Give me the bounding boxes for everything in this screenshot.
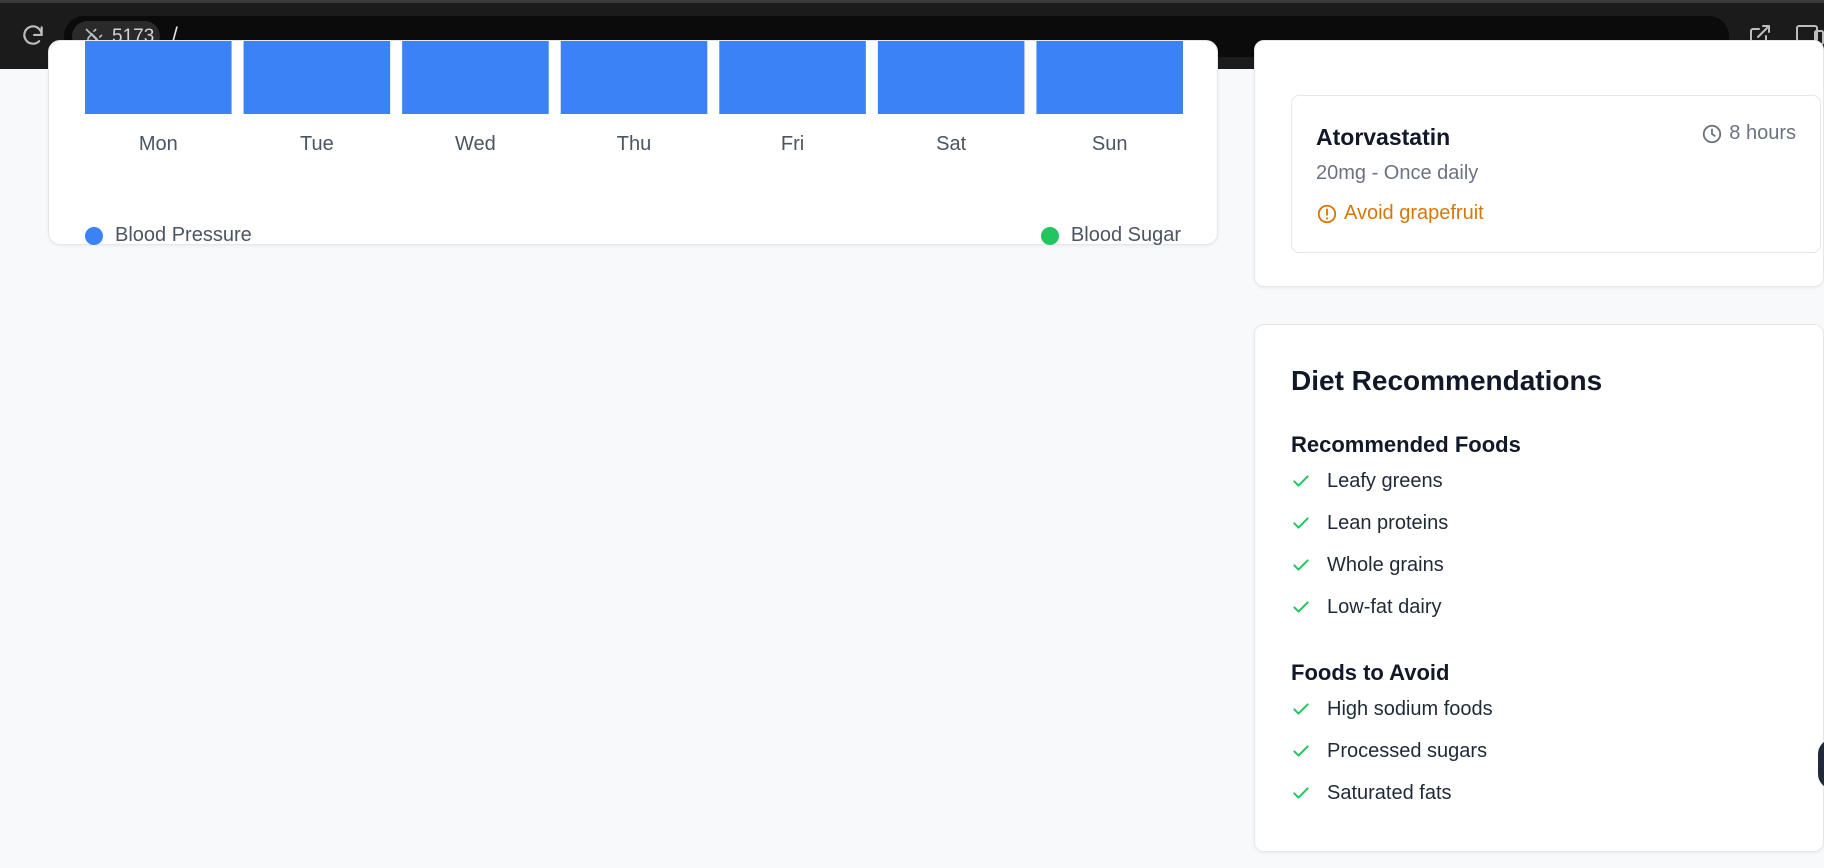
reload-icon[interactable] <box>18 21 48 51</box>
bar-thu <box>560 41 708 114</box>
recommended-food-item-label: Low-fat dairy <box>1327 595 1442 618</box>
diet-title: Diet Recommendations <box>1291 365 1603 396</box>
alert-circle-icon <box>1317 204 1337 223</box>
legend-blood-sugar: Blood Sugar <box>1040 224 1181 247</box>
legend-blood-pressure: Blood Pressure <box>85 224 252 247</box>
legend-label-blood-pressure: Blood Pressure <box>115 224 252 246</box>
legend-dot-blood-pressure <box>85 226 103 245</box>
check-icon <box>1293 475 1309 487</box>
x-tick-label-sat: Sat <box>936 133 966 155</box>
medication-interval-text: 8 hours <box>1729 122 1796 144</box>
check-icon <box>1293 601 1309 613</box>
foods-to-avoid-heading: Foods to Avoid <box>1291 660 1450 685</box>
recommended-foods-list: Leafy greens Lean proteins Whole grains Low… <box>1291 460 1448 628</box>
medication-interval: 8 hours <box>1701 122 1796 145</box>
check-icon <box>1293 703 1309 715</box>
avoid-food-item-label: Saturated fats <box>1327 781 1452 804</box>
recommended-food-item-label: Leafy greens <box>1327 469 1443 492</box>
medication-warning-text: Avoid grapefruit <box>1344 202 1484 224</box>
avoid-food-item-label: High sodium foods <box>1327 697 1493 720</box>
medication-item[interactable]: Atorvastatin 20mg - Once daily 8 hours A… <box>1291 95 1821 253</box>
recommended-foods-heading: Recommended Foods <box>1291 432 1521 457</box>
avoid-food-item: Processed sugars <box>1291 730 1493 772</box>
bar-sun <box>1036 41 1183 114</box>
avoid-food-item: Saturated fats <box>1291 772 1493 814</box>
recommended-food-item-label: Lean proteins <box>1327 511 1449 534</box>
legend-dot-blood-sugar <box>1040 226 1059 245</box>
diet-recommendations-card: Diet Recommendations Recommended Foods L… <box>1254 324 1824 852</box>
x-tick-label-tue: Tue <box>300 133 334 155</box>
recommended-food-item-label: Whole grains <box>1327 553 1444 576</box>
x-tick-label-mon: Mon <box>139 133 178 155</box>
medication-warning: Avoid grapefruit <box>1316 202 1484 225</box>
bar-tue <box>243 41 391 114</box>
x-tick-label-thu: Thu <box>617 133 651 155</box>
medication-name: Atorvastatin <box>1316 124 1451 150</box>
check-icon <box>1293 745 1309 757</box>
check-icon <box>1293 787 1309 799</box>
recommended-food-item: Low-fat dairy <box>1291 586 1448 628</box>
x-tick-label-sun: Sun <box>1092 133 1128 155</box>
recommended-food-item: Leafy greens <box>1291 460 1448 502</box>
bar-wed <box>402 41 549 114</box>
legend-label-blood-sugar: Blood Sugar <box>1070 224 1181 246</box>
weekly-chart-card: Mon Tue Wed Thu Fri Sat Sun Blood Pressure Blo… <box>48 40 1218 247</box>
check-icon <box>1293 517 1309 529</box>
clock-icon <box>1703 124 1722 143</box>
x-tick-label-wed: Wed <box>455 133 496 155</box>
avoid-food-item: High sodium foods <box>1291 688 1493 730</box>
x-tick-label-fri: Fri <box>781 133 804 155</box>
bar-sat <box>877 41 1025 114</box>
foods-to-avoid-list: High sodium foods Processed sugars Saturat… <box>1291 688 1493 814</box>
check-icon <box>1293 559 1309 571</box>
recommended-food-item: Whole grains <box>1291 544 1448 586</box>
avoid-food-item-label: Processed sugars <box>1327 739 1488 762</box>
bar-chart: Mon Tue Wed Thu Fri Sat Sun <box>85 41 1183 155</box>
medication-dose: 20mg - Once daily <box>1316 162 1479 184</box>
medications-card: Atorvastatin 20mg - Once daily 8 hours A… <box>1254 40 1824 287</box>
bar-mon <box>85 41 232 114</box>
bar-fri <box>719 41 866 114</box>
recommended-food-item: Lean proteins <box>1291 502 1448 544</box>
